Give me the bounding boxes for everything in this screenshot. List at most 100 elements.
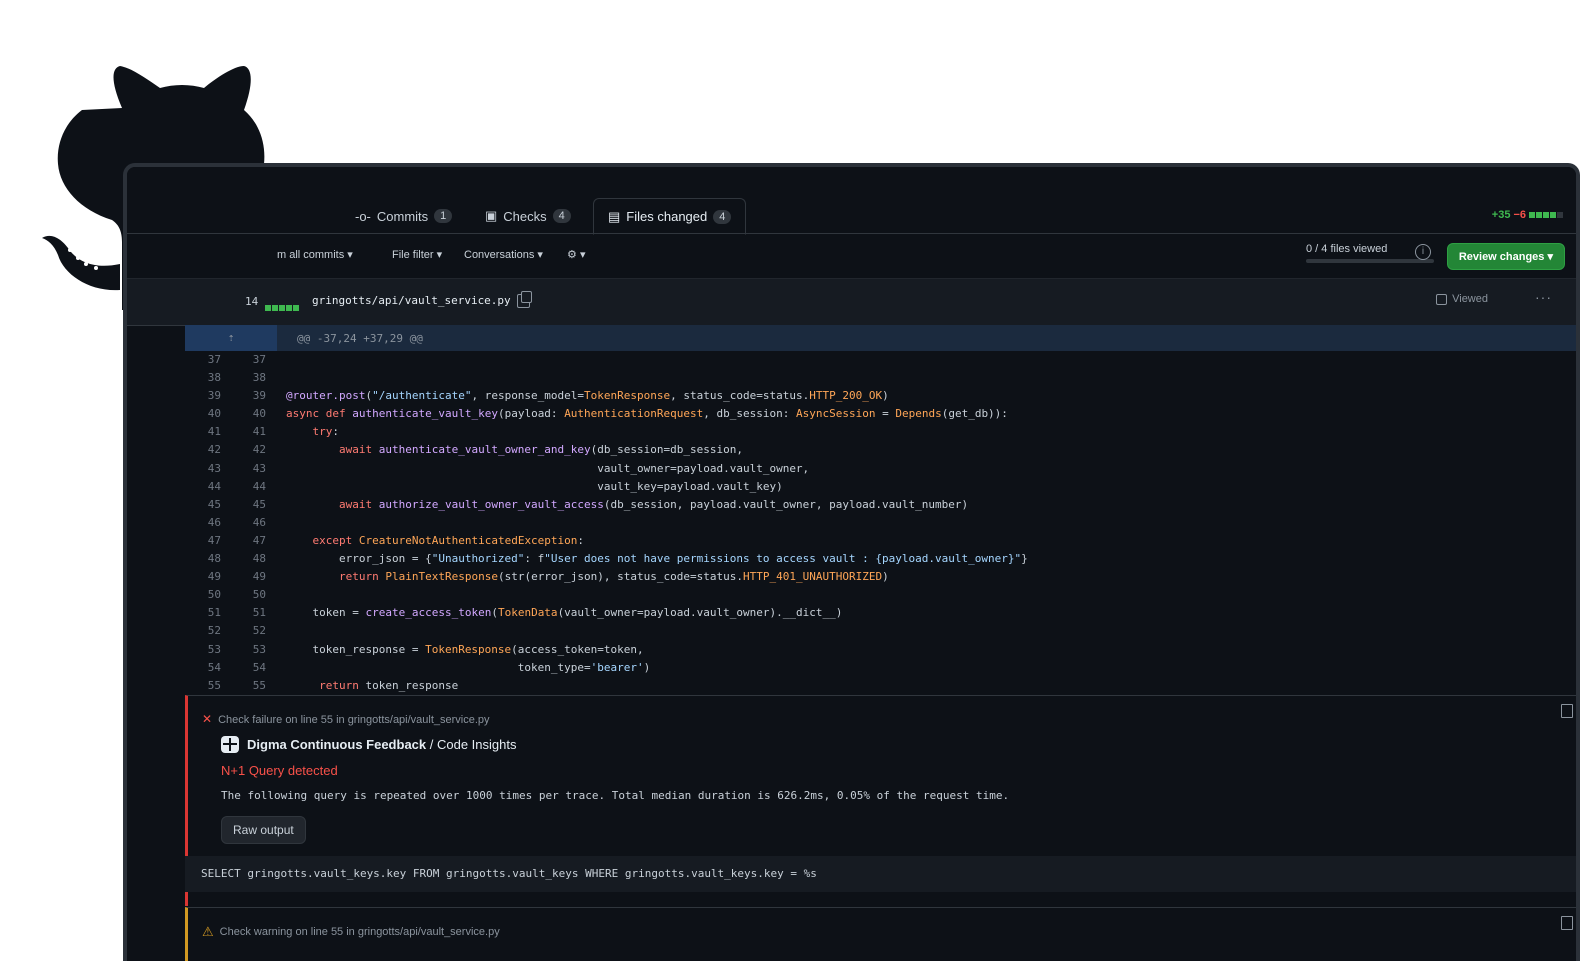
pull-request-window: -o- Commits 1 ▣ Checks 4 ▤ Files changed… (123, 163, 1580, 961)
checkbox-icon (1436, 293, 1448, 305)
copy-icon[interactable] (517, 291, 532, 308)
diff-toolbar: m all commits ▾ File filter ▾ Conversati… (127, 234, 1576, 279)
new-line-number[interactable]: 49 (236, 568, 266, 586)
hunk-header-text: @@ -37,24 +37,29 @@ (297, 332, 423, 345)
viewed-checkbox[interactable]: Viewed (1436, 293, 1488, 305)
code-text: error_json = {"Unauthorized": f"User doe… (286, 552, 1028, 566)
conversations-dropdown[interactable]: Conversations ▾ (464, 248, 543, 261)
code-text: token_response = TokenResponse(access_to… (286, 642, 644, 656)
code-text: token_type='bearer') (286, 660, 651, 674)
code-line: 46 46 (185, 514, 1576, 532)
annotation-message: The following query is repeated over 100… (221, 789, 1010, 802)
old-line-number[interactable]: 47 (191, 532, 221, 550)
code-line: 53 53 token_response = TokenResponse(acce… (185, 641, 1576, 659)
code-text: token = create_access_token(TokenData(va… (286, 606, 843, 620)
old-line-number[interactable]: 39 (191, 387, 221, 405)
new-line-number[interactable]: 37 (236, 351, 266, 369)
code-line: 44 44 vault_key=payload.vault_key) (185, 478, 1576, 496)
old-line-number[interactable]: 42 (191, 441, 221, 459)
code-line: 42 42 await authenticate_vault_owner_and_… (185, 441, 1576, 459)
commit-icon: -o- (355, 208, 371, 224)
warning-title-text: Check warning on line 55 in gringotts/ap… (219, 926, 500, 938)
viewed-label: Viewed (1452, 293, 1488, 305)
tab-commits[interactable]: -o- Commits 1 (355, 199, 453, 233)
old-line-number[interactable]: 38 (191, 369, 221, 387)
x-icon: ✕ (202, 712, 213, 726)
annotation-gap (185, 892, 1576, 906)
tab-label: Commits (376, 208, 429, 224)
old-line-number[interactable]: 55 (191, 677, 221, 695)
code-text: await authorize_vault_owner_vault_access… (338, 497, 969, 511)
code-line: 48 48 error_json = {"Unauthorized": f"Use… (185, 550, 1576, 568)
old-line-number[interactable]: 46 (191, 514, 221, 532)
file-diff-icon: ▤ (608, 208, 621, 224)
file-path[interactable]: gringotts/api/vault_service.py (312, 294, 511, 307)
code-lines: 37 37 38 38 39 39 @router.post("/authenticate"… (185, 351, 1576, 695)
new-line-number[interactable]: 55 (236, 677, 266, 695)
new-line-number[interactable]: 47 (236, 532, 266, 550)
warning-icon: ⚠ (202, 924, 214, 939)
new-line-number[interactable]: 40 (236, 405, 266, 423)
annotation-title-text: Check failure on line 55 in gringotts/ap… (218, 714, 490, 726)
gear-icon: ⚙ (567, 249, 577, 261)
commits-filter-dropdown[interactable]: m all commits ▾ (277, 248, 353, 261)
raw-output-button[interactable]: Raw output (221, 816, 306, 844)
tab-count: 4 (552, 209, 571, 223)
code-line: 50 50 (185, 586, 1576, 604)
old-line-number[interactable]: 52 (191, 622, 221, 640)
file-diffstat-bars (265, 298, 300, 316)
info-icon[interactable]: i (1415, 244, 1431, 260)
kebab-menu-icon[interactable]: ··· (1535, 289, 1552, 305)
hunk-header: ⇡ @@ -37,24 +37,29 @@ (185, 325, 1576, 351)
settings-dropdown[interactable]: ⚙ ▾ (567, 248, 585, 261)
old-line-number[interactable]: 44 (191, 478, 221, 496)
expand-up-icon[interactable]: ⇡ (185, 325, 277, 351)
new-line-number[interactable]: 44 (236, 478, 266, 496)
new-line-number[interactable]: 43 (236, 460, 266, 478)
tab-checks[interactable]: ▣ Checks 4 (485, 199, 571, 233)
progress-track (1306, 259, 1434, 263)
new-line-number[interactable]: 45 (236, 496, 266, 514)
top-strip (127, 167, 1576, 199)
app-section: / Code Insights (426, 737, 517, 752)
checks-icon[interactable] (1561, 916, 1573, 930)
old-line-number[interactable]: 43 (191, 460, 221, 478)
code-line: 43 43 vault_owner=payload.vault_owner, (185, 460, 1576, 478)
code-text: vault_owner=payload.vault_owner, (286, 461, 810, 475)
new-line-number[interactable]: 39 (236, 387, 266, 405)
checks-icon[interactable] (1561, 704, 1573, 718)
old-line-number[interactable]: 40 (191, 405, 221, 423)
new-line-number[interactable]: 48 (236, 550, 266, 568)
old-line-number[interactable]: 49 (191, 568, 221, 586)
code-text: return token_response (319, 678, 459, 692)
code-text: return PlainTextResponse(str(error_json)… (338, 570, 889, 584)
annotation-app: Digma Continuous Feedback / Code Insight… (221, 736, 516, 753)
review-changes-button[interactable]: Review changes ▾ (1446, 243, 1565, 270)
new-line-number[interactable]: 54 (236, 659, 266, 677)
old-line-number[interactable]: 54 (191, 659, 221, 677)
old-line-number[interactable]: 45 (191, 496, 221, 514)
old-line-number[interactable]: 50 (191, 586, 221, 604)
tab-files-changed[interactable]: ▤ Files changed 4 (593, 198, 747, 235)
new-line-number[interactable]: 38 (236, 369, 266, 387)
old-line-number[interactable]: 37 (191, 351, 221, 369)
new-line-number[interactable]: 53 (236, 641, 266, 659)
old-line-number[interactable]: 41 (191, 423, 221, 441)
code-line: 45 45 await authorize_vault_owner_vault_a… (185, 496, 1576, 514)
new-line-number[interactable]: 51 (236, 604, 266, 622)
new-line-number[interactable]: 42 (236, 441, 266, 459)
code-text: async def authenticate_vault_key(payload… (286, 407, 1008, 421)
old-line-number[interactable]: 48 (191, 550, 221, 568)
check-failure-annotation: ✕ Check failure on line 55 in gringotts/a… (185, 695, 1576, 856)
check-warning-annotation: ⚠ Check warning on line 55 in gringotts/… (185, 907, 1576, 961)
old-line-number[interactable]: 53 (191, 641, 221, 659)
sql-query: SELECT gringotts.vault_keys.key FROM gri… (185, 856, 1576, 892)
file-header: 14 gringotts/api/vault_service.py Viewed… (127, 279, 1576, 326)
old-line-number[interactable]: 51 (191, 604, 221, 622)
new-line-number[interactable]: 46 (236, 514, 266, 532)
file-filter-dropdown[interactable]: File filter ▾ (392, 248, 442, 261)
new-line-number[interactable]: 52 (236, 622, 266, 640)
new-line-number[interactable]: 50 (236, 586, 266, 604)
new-line-number[interactable]: 41 (236, 423, 266, 441)
warning-title: ⚠ Check warning on line 55 in gringotts/… (202, 924, 500, 940)
